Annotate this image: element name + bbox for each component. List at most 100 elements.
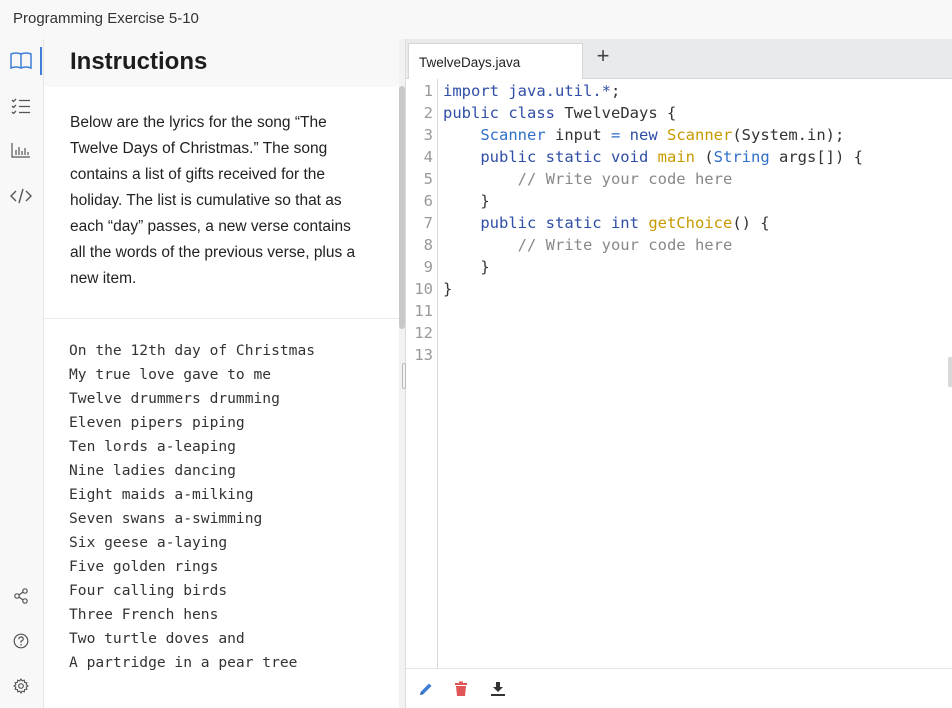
rail-active-indicator — [40, 47, 42, 75]
code-line: public class TwelveDays { — [443, 102, 863, 124]
code-token: (System.in); — [732, 126, 845, 144]
line-number: 11 — [414, 302, 433, 320]
code-token: } — [443, 280, 453, 298]
book-icon — [10, 52, 32, 70]
rail-share-button[interactable] — [6, 582, 36, 610]
lyric-line: Eight maids a-milking — [69, 486, 254, 503]
code-token: ; — [610, 82, 621, 100]
code-content[interactable]: import java.util.*; public class TwelveDa… — [443, 80, 863, 366]
divider — [44, 318, 399, 319]
line-number: 13 — [414, 346, 433, 364]
code-token: } — [443, 192, 490, 210]
code-line: import java.util.*; — [443, 80, 863, 102]
code-token: import — [443, 82, 509, 100]
code-token: } — [443, 258, 490, 276]
side-rail — [0, 39, 44, 708]
editor-edge-handle[interactable] — [948, 357, 952, 387]
code-token: new — [629, 126, 658, 144]
code-token: public static int — [480, 214, 639, 232]
code-token: public class — [443, 104, 565, 122]
rail-settings-button[interactable] — [6, 672, 36, 700]
checklist-icon — [11, 98, 30, 114]
trash-icon — [455, 681, 467, 696]
code-line: public static void main (String args[]) … — [443, 146, 863, 168]
lyric-line: Two turtle doves and — [69, 630, 245, 647]
editor-toolbar — [406, 668, 952, 708]
line-number: 6 — [423, 192, 433, 210]
rail-code-button[interactable] — [6, 182, 36, 210]
lyrics-block: On the 12th day of Christmas My true love… — [69, 339, 315, 675]
instructions-body: Below are the lyrics for the song “The T… — [70, 114, 356, 287]
lyric-line: On the 12th day of Christmas — [69, 342, 316, 359]
code-line: } — [443, 190, 863, 212]
code-icon — [10, 188, 32, 204]
edit-button[interactable] — [416, 679, 436, 699]
pencil-icon — [420, 683, 432, 695]
lyric-line: Twelve drummers drumming — [69, 390, 280, 407]
code-token: Scanner — [480, 126, 546, 144]
lyric-line: Ten lords a-leaping — [69, 438, 236, 455]
instructions-header: Instructions — [44, 39, 399, 87]
code-line: } — [443, 278, 863, 300]
lyric-line: Seven swans a-swimming — [69, 510, 263, 527]
title-bar: Programming Exercise 5-10 — [0, 0, 952, 39]
code-token: String — [713, 148, 770, 166]
window-title: Programming Exercise 5-10 — [13, 10, 199, 27]
line-number: 3 — [423, 126, 433, 144]
line-number: 1 — [423, 82, 433, 100]
code-line: } — [443, 256, 863, 278]
rail-checklist-button[interactable] — [6, 92, 36, 120]
line-number: 5 — [423, 170, 433, 188]
instructions-panel: Instructions Below are the lyrics for th… — [44, 39, 405, 708]
code-editor[interactable]: 1 2 3 4 5 6 7 8 9 10 11 12 13 import java.util.*; pub… — [406, 79, 952, 668]
download-button[interactable] — [488, 679, 508, 699]
instructions-heading: Instructions — [70, 48, 208, 75]
code-line: Scanner input = new Scanner(System.in); — [443, 124, 863, 146]
line-number: 9 — [423, 258, 433, 276]
code-line: // Write your code here — [443, 234, 863, 256]
code-token: ( — [694, 148, 714, 166]
tab-label: TwelveDays.java — [419, 55, 521, 70]
lyric-line: Six geese a-laying — [69, 534, 228, 551]
line-number-gutter: 1 2 3 4 5 6 7 8 9 10 11 12 13 — [406, 79, 438, 668]
gear-icon — [13, 678, 29, 694]
code-token: Scanner — [667, 126, 733, 144]
editor-pane: TwelveDays.java + 1 2 3 4 5 6 7 8 9 10 11 12 13 impo… — [406, 39, 952, 708]
download-icon — [491, 682, 505, 696]
help-icon — [13, 633, 29, 649]
rail-help-button[interactable] — [6, 627, 36, 655]
editor-tab-bar: TwelveDays.java + — [406, 39, 952, 79]
code-token: () { — [732, 214, 770, 232]
share-icon — [14, 588, 28, 604]
lyric-line: Four calling birds — [69, 582, 228, 599]
code-token: // Write your code here — [443, 170, 733, 188]
add-tab-button[interactable]: + — [592, 44, 614, 68]
line-number: 7 — [423, 214, 433, 232]
line-number: 4 — [423, 148, 433, 166]
line-numbers: 1 2 3 4 5 6 7 8 9 10 11 12 13 — [414, 80, 433, 366]
code-token: = — [610, 126, 621, 144]
lyric-line: A partridge in a pear tree — [69, 654, 298, 671]
code-token: input — [545, 126, 611, 144]
bar-chart-icon — [11, 143, 30, 158]
rail-results-button[interactable] — [6, 136, 36, 164]
lyric-line: Three French hens — [69, 606, 219, 623]
line-number: 10 — [414, 280, 433, 298]
lyric-line: Five golden rings — [69, 558, 219, 575]
tab-twelvedays-java[interactable]: TwelveDays.java — [408, 43, 583, 79]
code-token: // Write your code here — [443, 236, 733, 254]
line-number: 8 — [423, 236, 433, 254]
delete-button[interactable] — [451, 679, 471, 699]
lyric-line: Eleven pipers piping — [69, 414, 245, 431]
rail-instructions-button[interactable] — [6, 47, 36, 75]
code-token: java.util.* — [508, 82, 611, 100]
